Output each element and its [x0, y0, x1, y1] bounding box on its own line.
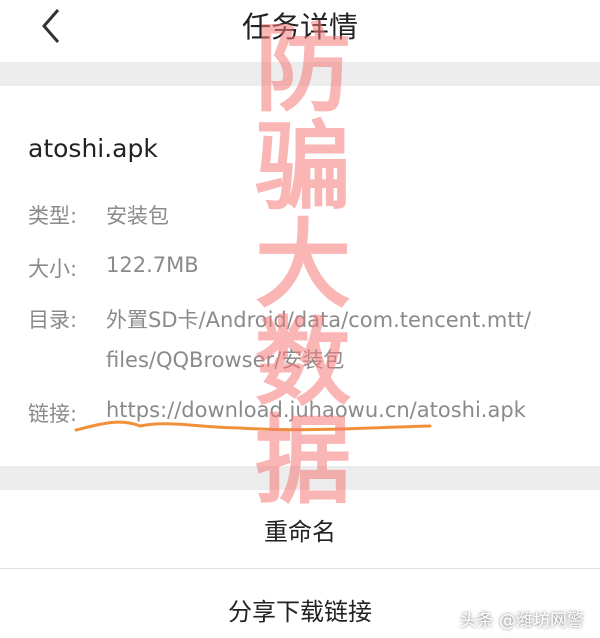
- source-credit: 头条 @潍坊网警: [459, 611, 584, 631]
- section-divider-bottom: [0, 466, 600, 490]
- file-name: atoshi.apk: [28, 134, 158, 163]
- type-value: 安装包: [106, 204, 169, 228]
- type-label: 类型:: [28, 204, 78, 228]
- size-label: 大小:: [28, 257, 78, 281]
- link-label: 链接:: [28, 402, 78, 426]
- rename-button[interactable]: 重命名: [0, 512, 600, 547]
- directory-value-line2: files/QQBrowser/安装包: [106, 348, 345, 372]
- download-link[interactable]: https://download.juhaowu.cn/atoshi.apk: [106, 398, 526, 422]
- directory-label: 目录:: [28, 308, 78, 332]
- size-value: 122.7MB: [106, 253, 199, 277]
- action-divider: [0, 568, 600, 569]
- directory-value-line1: 外置SD卡/Android/data/com.tencent.mtt/: [106, 308, 531, 332]
- section-divider-top: [0, 62, 600, 86]
- page-title: 任务详情: [241, 10, 358, 44]
- top-bar: 任务详情: [0, 0, 600, 54]
